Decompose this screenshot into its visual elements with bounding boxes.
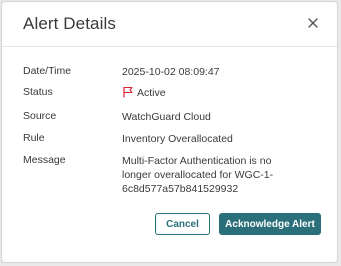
rule-value: Inventory Overallocated bbox=[122, 133, 233, 145]
source-label: Source bbox=[23, 110, 57, 122]
close-icon[interactable] bbox=[306, 16, 320, 30]
status-value-container: Active bbox=[122, 86, 322, 100]
date-time-label: Date/Time bbox=[23, 65, 72, 77]
flag-icon bbox=[122, 86, 134, 98]
message-value: Multi-Factor Authentication is no longer… bbox=[122, 155, 274, 195]
source-value: WatchGuard Cloud bbox=[122, 111, 211, 123]
acknowledge-alert-button[interactable]: Acknowledge Alert bbox=[219, 213, 321, 235]
message-label: Message bbox=[23, 154, 66, 166]
alert-details-dialog: Alert Details Date/Time 2025-10-02 08:09… bbox=[1, 1, 338, 263]
date-time-value: 2025-10-02 08:09:47 bbox=[122, 66, 220, 78]
rule-label: Rule bbox=[23, 132, 45, 144]
dialog-title: Alert Details bbox=[23, 14, 116, 33]
status-value: Active bbox=[137, 87, 166, 99]
status-label: Status bbox=[23, 86, 53, 98]
dialog-header: Alert Details bbox=[2, 2, 337, 47]
dialog-footer: Cancel Acknowledge Alert bbox=[2, 211, 337, 262]
cancel-button[interactable]: Cancel bbox=[155, 213, 210, 235]
